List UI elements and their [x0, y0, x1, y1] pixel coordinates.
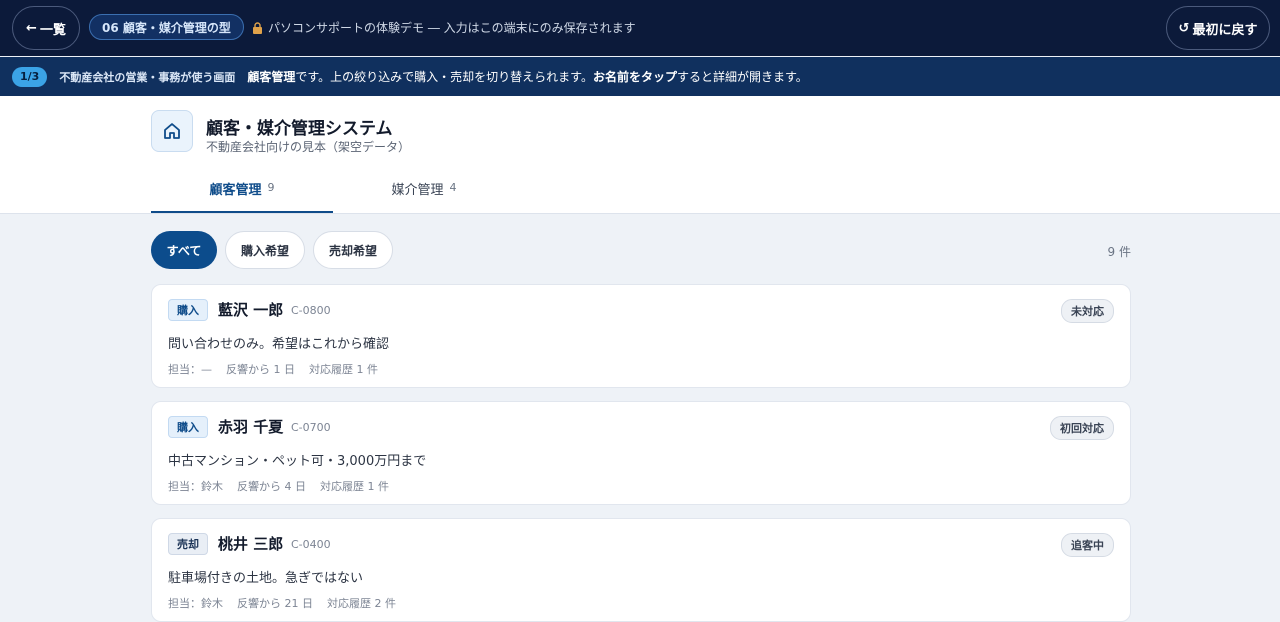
demo-note: パソコンサポートの体験デモ ― 入力はこの端末にのみ保存されます [252, 19, 636, 36]
customer-card[interactable]: 購入 藍沢 一郎 C-0800 未対応 問い合わせのみ。希望はこれから確認 担当… [151, 284, 1131, 388]
customer-id: C-0800 [291, 304, 331, 317]
arrow-left-icon: ← [26, 20, 37, 36]
type-badge: 購入 [168, 299, 208, 321]
back-label: 一覧 [39, 22, 66, 38]
tab-mediation-count: 4 [449, 181, 457, 194]
customer-meta: 担当：鈴木 反響から 21 日 対応履歴 2 件 [168, 595, 396, 611]
app-header: 顧客・媒介管理システム 不動産会社向けの見本（架空データ） 顧客管理 9 媒介管… [0, 96, 1280, 214]
meta-days: 反響から 4 日 [237, 480, 306, 493]
customer-card[interactable]: 売却 桃井 三郎 C-0400 追客中 駐車場付きの土地。急ぎではない 担当：鈴… [151, 518, 1131, 622]
meta-staff: 担当：鈴木 [168, 597, 223, 610]
step-instruction: 顧客管理です。上の絞り込みで購入・売却を切り替えられます。お名前をタップすると詳… [247, 68, 807, 85]
back-to-list-button[interactable]: ← 一覧 [12, 6, 80, 50]
step-bold-1: 顧客管理 [247, 70, 296, 84]
reset-label: 最初に戻す [1192, 22, 1258, 38]
filter-chips: すべて 購入希望 売却希望 [151, 231, 393, 269]
customer-name[interactable]: 藍沢 一郎 [218, 299, 283, 320]
meta-days: 反響から 1 日 [226, 363, 295, 376]
status-badge: 初回対応 [1050, 416, 1114, 440]
customer-meta: 担当：— 反響から 1 日 対応履歴 1 件 [168, 361, 378, 377]
lock-icon [253, 21, 262, 34]
step-text-2: すると詳細が開きます。 [676, 70, 808, 84]
type-badge: 購入 [168, 416, 208, 438]
customer-note: 駐車場付きの土地。急ぎではない [168, 571, 364, 586]
result-count: 9 件 [1107, 245, 1131, 259]
filter-buy[interactable]: 購入希望 [225, 231, 305, 269]
customer-id: C-0400 [291, 538, 331, 551]
tab-customers-count: 9 [267, 181, 275, 194]
step-text-1: です。上の絞り込みで購入・売却を切り替えられます。 [295, 70, 593, 84]
step-bold-2: お名前をタップ [592, 70, 677, 84]
status-badge: 未対応 [1061, 299, 1114, 323]
house-icon [151, 110, 193, 152]
meta-history: 対応履歴 1 件 [320, 480, 389, 493]
meta-history: 対応履歴 2 件 [327, 597, 396, 610]
chapter-badge: 06 顧客・媒介管理の型 [89, 14, 244, 40]
meta-history: 対応履歴 1 件 [309, 363, 378, 376]
customer-note: 問い合わせのみ。希望はこれから確認 [168, 337, 390, 352]
app-subtitle: 不動産会社向けの見本（架空データ） [206, 140, 411, 154]
type-badge: 売却 [168, 533, 208, 555]
tab-customers-label: 顧客管理 [209, 183, 262, 198]
filter-all[interactable]: すべて [151, 231, 217, 269]
customer-meta: 担当：鈴木 反響から 4 日 対応履歴 1 件 [168, 478, 389, 494]
demo-note-text: パソコンサポートの体験デモ ― 入力はこの端末にのみ保存されます [268, 21, 636, 35]
refresh-icon: ↺ [1178, 20, 1190, 36]
customer-name[interactable]: 赤羽 千夏 [218, 416, 283, 437]
guide-step-bar: 1/3 不動産会社の営業・事務が使う画面 顧客管理です。上の絞り込みで購入・売却… [0, 57, 1280, 96]
app-title: 顧客・媒介管理システム [206, 119, 393, 139]
meta-staff: 担当：鈴木 [168, 480, 223, 493]
reset-button[interactable]: ↺ 最初に戻す [1166, 6, 1270, 50]
tab-customers[interactable]: 顧客管理 9 [151, 179, 333, 213]
tab-mediation[interactable]: 媒介管理 4 [333, 179, 515, 212]
customer-name[interactable]: 桃井 三郎 [218, 533, 283, 554]
meta-staff: 担当：— [168, 363, 212, 376]
customer-id: C-0700 [291, 421, 331, 434]
tab-mediation-label: 媒介管理 [391, 183, 444, 198]
customer-card[interactable]: 購入 赤羽 千夏 C-0700 初回対応 中古マンション・ペット可・3,000万… [151, 401, 1131, 505]
customer-note: 中古マンション・ペット可・3,000万円まで [168, 454, 427, 469]
step-context: 不動産会社の営業・事務が使う画面 [59, 70, 236, 84]
top-bar: ← 一覧 06 顧客・媒介管理の型 パソコンサポートの体験デモ ― 入力はこの端… [0, 0, 1280, 56]
meta-days: 反響から 21 日 [237, 597, 313, 610]
status-badge: 追客中 [1061, 533, 1114, 557]
step-counter: 1/3 [12, 66, 48, 87]
filter-sell[interactable]: 売却希望 [313, 231, 393, 269]
